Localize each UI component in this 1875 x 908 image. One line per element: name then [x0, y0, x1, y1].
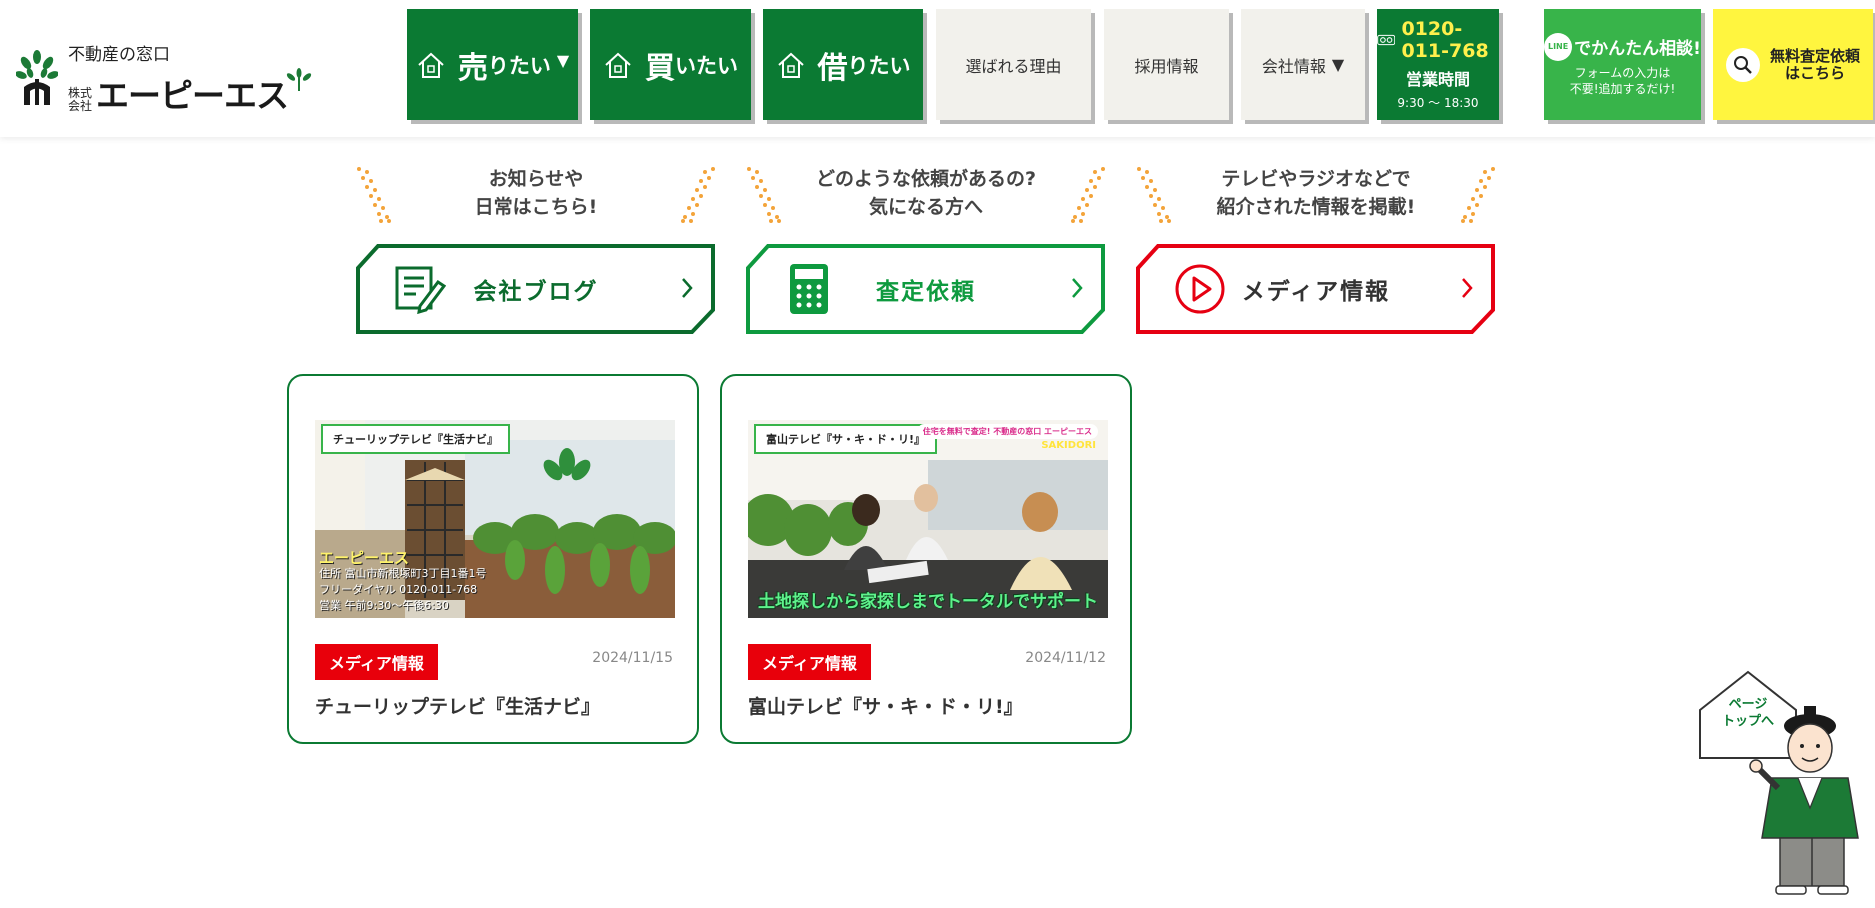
logo-tagline: 不動産の窓口 — [68, 45, 170, 65]
nav-recruit-label: 採用情報 — [1134, 56, 1199, 76]
nav-sell-small: りたい — [487, 53, 551, 78]
nav-buy-button[interactable]: 買いたい — [590, 9, 751, 120]
chevron-right-icon — [1462, 278, 1473, 298]
nav-sell-big: 売 — [457, 50, 488, 86]
page-top-label-1: ページ — [1729, 697, 1768, 712]
page-top-label-2: トップへ — [1722, 714, 1774, 729]
free-appraisal-line2: はこちら — [1784, 63, 1845, 82]
nav-buy-big: 買 — [645, 50, 675, 86]
sprout-icon — [286, 68, 312, 91]
card-thumbnail[interactable]: チューリップテレビ『生活ナビ』 エーピーエス 住所 富山市新根塚町3丁目1番1号… — [315, 420, 675, 618]
chevron-right-icon — [1072, 278, 1083, 298]
post-date: 2024/11/12 — [1025, 650, 1106, 666]
free-appraisal-line1: 無料査定依頼 — [1769, 46, 1860, 65]
house-icon — [605, 52, 631, 78]
thumb-tag-sakidori: SAKIDORI — [1041, 440, 1096, 451]
thumb-caption: エーピーエス 住所 富山市新根塚町3丁目1番1号 フリーダイヤル 0120-01… — [319, 549, 487, 612]
mascot-page-top-icon: ページ トップへ — [1699, 670, 1859, 895]
search-icon — [1725, 47, 1760, 82]
phone-number: 0120-011-768 — [1401, 18, 1489, 62]
nav-rent-small: りたい — [847, 53, 911, 78]
card-title[interactable]: チューリップテレビ『生活ナビ』 — [315, 692, 600, 719]
logo-company-name: エーピーエス — [96, 76, 289, 115]
line-sub-2: 不要!追加するだけ! — [1569, 81, 1676, 96]
chevron-down-icon: ▼ — [1331, 55, 1345, 74]
tree-logo-icon — [16, 49, 58, 105]
nav-buy-small: いたい — [675, 53, 738, 78]
house-icon — [777, 52, 804, 78]
post-date: 2024/11/15 — [592, 650, 673, 666]
media-info-label: メディア情報 — [1241, 279, 1391, 305]
nav-rent-button[interactable]: 借りたい — [763, 9, 923, 120]
free-appraisal-button[interactable]: 無料査定依頼 はこちら — [1713, 9, 1873, 120]
category-caption-appraisal: どのような依頼があるの? 気になる方へ — [815, 168, 1037, 218]
thumb-program-title: 富山テレビ『サ・キ・ド・リ!』 — [754, 424, 938, 454]
company-blog-button[interactable]: 会社ブログ — [356, 244, 716, 334]
line-consult-button[interactable]: LINE でかんたん相談! フォームの入力は 不要!追加するだけ! — [1544, 9, 1701, 120]
category-caption-blog: お知らせや 日常はこちら! — [474, 168, 598, 218]
appraisal-request-label: 査定依頼 — [876, 279, 976, 305]
company-blog-label: 会社ブログ — [473, 279, 599, 305]
phone-hours-label: 営業時間 — [1405, 70, 1470, 89]
nav-reasons-button[interactable]: 選ばれる理由 — [936, 9, 1091, 120]
category-caption-media: テレビやラジオなどで 紹介された情報を掲載! — [1216, 168, 1416, 218]
media-info-button[interactable]: メディア情報 — [1136, 244, 1496, 334]
sparkle-dots-right — [681, 167, 715, 223]
sparkle-dots-right — [1071, 167, 1105, 223]
nav-recruit-button[interactable]: 採用情報 — [1104, 9, 1229, 120]
thumb-banner: 土地探しから家探しまでトータルでサポート — [758, 592, 1098, 612]
appraisal-request-button[interactable]: 査定依頼 — [746, 244, 1106, 334]
card-title[interactable]: 富山テレビ『サ・キ・ド・リ!』 — [748, 692, 1023, 719]
house-icon — [418, 52, 444, 78]
chevron-down-icon: ▼ — [556, 51, 570, 70]
category-badge[interactable]: メディア情報 — [748, 644, 871, 680]
media-card[interactable]: 富山テレビ『サ・キ・ド・リ!』 住宅を無料で査定! 不動産の窓口 エーピーエス … — [720, 374, 1132, 744]
line-title: でかんたん相談! — [1574, 39, 1701, 59]
nav-sell-button[interactable]: 売りたい ▼ — [407, 9, 578, 120]
nav-rent-big: 借 — [817, 50, 848, 86]
thumb-tag: 住宅を無料で査定! 不動産の窓口 エーピーエス — [916, 424, 1098, 439]
nav-company-label: 会社情報 — [1261, 56, 1326, 76]
phone-hours: 9:30 〜 18:30 — [1397, 96, 1479, 110]
media-card[interactable]: チューリップテレビ『生活ナビ』 エーピーエス 住所 富山市新根塚町3丁目1番1号… — [287, 374, 699, 744]
logo-kabushiki: 株式会社 — [68, 86, 93, 113]
sparkle-dots-right — [1461, 167, 1495, 223]
line-sub-1: フォームの入力は — [1574, 65, 1671, 80]
nav-company-button[interactable]: 会社情報 ▼ — [1241, 9, 1365, 120]
free-dial-icon — [1377, 34, 1396, 46]
category-badge[interactable]: メディア情報 — [315, 644, 438, 680]
thumb-program-title: チューリップテレビ『生活ナビ』 — [321, 424, 510, 454]
line-icon: LINE — [1544, 32, 1573, 61]
card-thumbnail[interactable]: 富山テレビ『サ・キ・ド・リ!』 住宅を無料で査定! 不動産の窓口 エーピーエス … — [748, 420, 1108, 618]
site-header: 不動産の窓口 株式会社 エーピーエス 売りたい ▼ 買いたい 借 りたい 選ばれ… — [0, 0, 1875, 137]
nav-reasons-label: 選ばれる理由 — [965, 56, 1062, 76]
page-top-button[interactable]: ページ トップへ — [1698, 668, 1868, 900]
site-logo[interactable]: 不動産の窓口 株式会社 エーピーエス — [16, 40, 314, 113]
phone-button[interactable]: 0120-011-768 営業時間 9:30 〜 18:30 — [1377, 9, 1499, 120]
chevron-right-icon — [682, 278, 693, 298]
